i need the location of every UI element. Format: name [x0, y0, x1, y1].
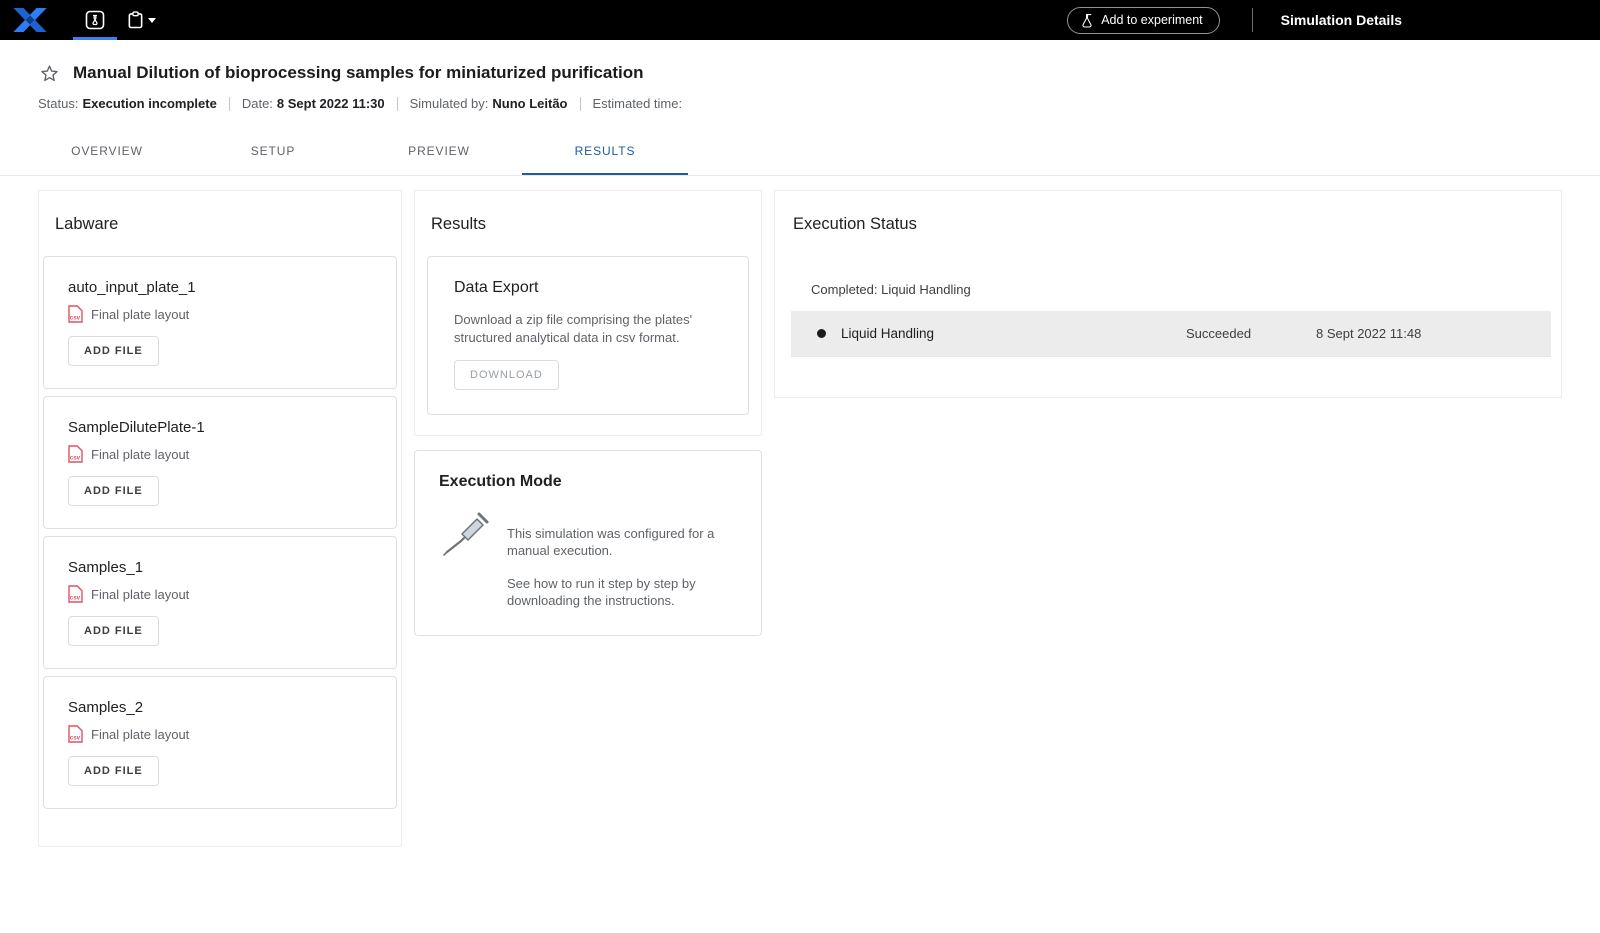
labware-name: auto_input_plate_1: [68, 279, 372, 296]
download-button[interactable]: DOWNLOAD: [454, 360, 559, 390]
csv-file-icon: csv: [68, 585, 83, 603]
tab-results[interactable]: RESULTS: [522, 129, 688, 175]
execution-mode-title: Execution Mode: [439, 473, 737, 491]
labware-name: SampleDilutePlate-1: [68, 419, 372, 436]
tab-bar: OVERVIEW SETUP PREVIEW RESULTS: [0, 129, 1600, 176]
top-navigation: [72, 0, 164, 40]
svg-text:csv: csv: [70, 455, 81, 462]
svg-text:csv: csv: [70, 595, 81, 602]
labware-name: Samples_2: [68, 699, 372, 716]
file-label: Final plate layout: [91, 447, 189, 462]
meta-simulated-by: Simulated by:Nuno Leitão: [410, 96, 568, 111]
meta-estimated-time: Estimated time:: [593, 96, 687, 111]
topbar-page-title: Simulation Details: [1281, 12, 1402, 28]
add-to-experiment-button[interactable]: Add to experiment: [1067, 7, 1219, 34]
tab-overview[interactable]: OVERVIEW: [24, 129, 190, 175]
page-header: Manual Dilution of bioprocessing samples…: [0, 40, 1600, 111]
add-file-button[interactable]: ADD FILE: [68, 476, 159, 506]
csv-file-icon: csv: [68, 445, 83, 463]
add-file-button[interactable]: ADD FILE: [68, 756, 159, 786]
meta-divider: [580, 97, 581, 111]
file-label: Final plate layout: [91, 307, 189, 322]
labware-heading: Labware: [55, 215, 397, 234]
nav-simulations-button[interactable]: [72, 0, 118, 40]
data-export-title: Data Export: [454, 279, 722, 297]
tab-setup[interactable]: SETUP: [190, 129, 356, 175]
row-divider: [791, 356, 1551, 357]
topbar-right: Add to experiment Simulation Details: [1067, 7, 1600, 34]
execution-status-row[interactable]: Liquid Handling Succeeded 8 Sept 2022 11…: [791, 311, 1551, 356]
status-row-date: 8 Sept 2022 11:48: [1316, 326, 1551, 341]
execution-mode-paragraph-2: See how to run it step by step by downlo…: [507, 575, 737, 609]
results-panel: Results Data Export Download a zip file …: [414, 190, 762, 436]
file-label: Final plate layout: [91, 587, 189, 602]
execution-mode-paragraph-1: This simulation was configured for a man…: [507, 525, 737, 559]
execution-status-panel: Execution Status Completed: Liquid Handl…: [774, 190, 1562, 398]
nav-protocols-button[interactable]: [118, 0, 164, 40]
status-row-name: Liquid Handling: [841, 326, 1186, 341]
meta-divider: [229, 97, 230, 111]
app-logo-icon[interactable]: [10, 6, 50, 34]
pipette-icon: [439, 511, 491, 557]
simulation-meta: Status:Execution incomplete Date:8 Sept …: [38, 96, 1562, 111]
status-row-result: Succeeded: [1186, 326, 1316, 341]
completed-summary: Completed: Liquid Handling: [811, 282, 1555, 297]
meta-status: Status:Execution incomplete: [38, 96, 217, 111]
results-heading: Results: [431, 215, 749, 234]
execution-status-heading: Execution Status: [793, 215, 1555, 234]
meta-divider: [397, 97, 398, 111]
labware-card: auto_input_plate_1 csv Final plate layou…: [43, 256, 397, 389]
file-label: Final plate layout: [91, 727, 189, 742]
labware-card: Samples_2 csv Final plate layout ADD FIL…: [43, 676, 397, 809]
add-file-button[interactable]: ADD FILE: [68, 616, 159, 646]
labware-panel: Labware auto_input_plate_1 csv Final pla…: [38, 190, 402, 847]
data-export-description: Download a zip file comprising the plate…: [454, 311, 722, 347]
results-content: Labware auto_input_plate_1 csv Final pla…: [0, 176, 1600, 847]
topbar-divider: [1252, 8, 1253, 32]
results-column: Results Data Export Download a zip file …: [414, 190, 762, 636]
active-nav-underline: [73, 37, 117, 40]
add-file-button[interactable]: ADD FILE: [68, 336, 159, 366]
clipboard-icon: [127, 11, 144, 29]
favorite-star-icon[interactable]: [38, 62, 60, 84]
execution-mode-text: This simulation was configured for a man…: [507, 511, 737, 609]
labware-name: Samples_1: [68, 559, 372, 576]
simulation-title: Manual Dilution of bioprocessing samples…: [73, 63, 644, 83]
data-export-card: Data Export Download a zip file comprisi…: [427, 256, 749, 415]
chevron-down-icon: [148, 18, 156, 23]
svg-text:csv: csv: [70, 315, 81, 322]
svg-text:csv: csv: [70, 735, 81, 742]
topbar: Add to experiment Simulation Details: [0, 0, 1600, 40]
tab-preview[interactable]: PREVIEW: [356, 129, 522, 175]
labware-card: Samples_1 csv Final plate layout ADD FIL…: [43, 536, 397, 669]
execution-mode-card: Execution Mode This simulation was confi…: [414, 450, 762, 636]
status-dot-icon: [817, 329, 826, 338]
meta-date: Date:8 Sept 2022 11:30: [242, 96, 385, 111]
simulation-box-icon: [85, 10, 105, 30]
csv-file-icon: csv: [68, 305, 83, 323]
labware-card: SampleDilutePlate-1 csv Final plate layo…: [43, 396, 397, 529]
add-to-experiment-label: Add to experiment: [1101, 13, 1202, 27]
flask-icon: [1080, 13, 1094, 28]
csv-file-icon: csv: [68, 725, 83, 743]
